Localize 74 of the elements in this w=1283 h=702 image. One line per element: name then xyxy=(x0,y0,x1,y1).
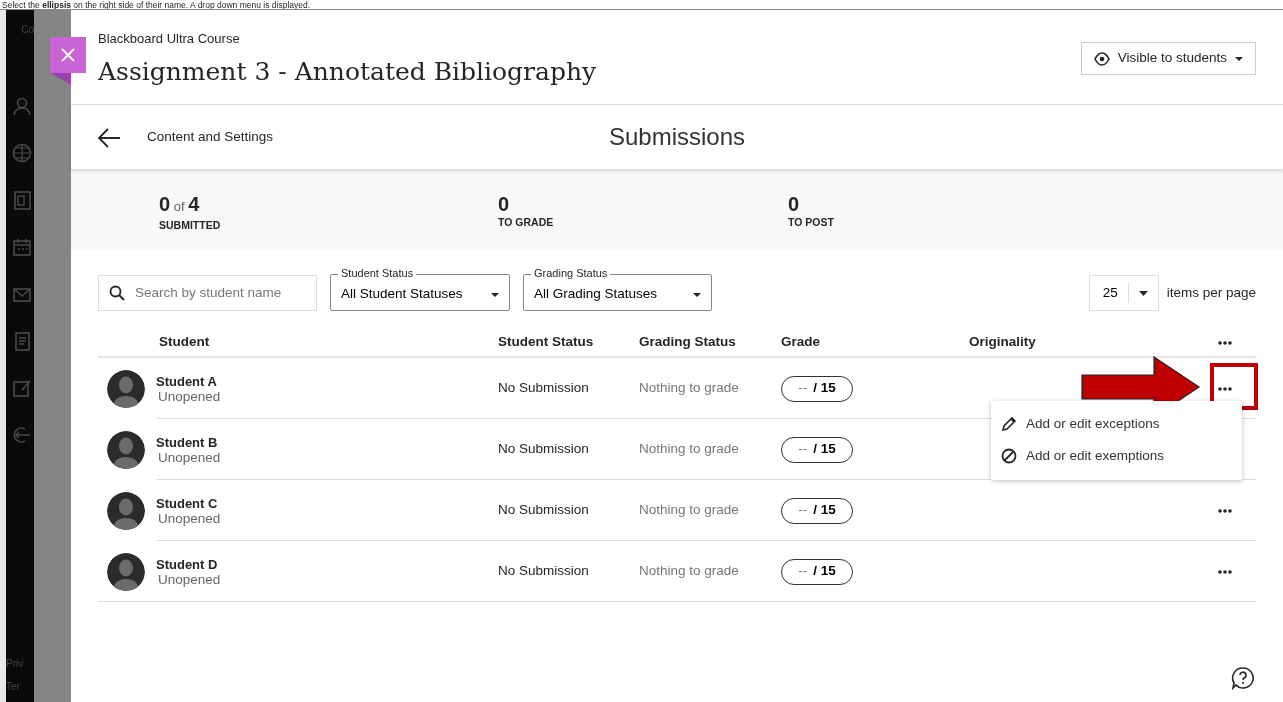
student-status: No Submission xyxy=(498,502,589,518)
calendar-icon xyxy=(12,237,32,257)
access-status: Unopened xyxy=(157,388,221,404)
student-name[interactable]: Student D xyxy=(156,556,221,572)
assignment-title: Assignment 3 - Annotated Bibliography xyxy=(98,55,597,88)
column-header: Grading Status xyxy=(639,334,736,350)
student-status: No Submission xyxy=(498,563,589,579)
column-header: Grade xyxy=(781,334,821,350)
avatar xyxy=(107,491,145,530)
access-status: Unopened xyxy=(157,510,221,526)
ellipsis-icon xyxy=(1218,386,1232,391)
column-header: Student xyxy=(159,334,210,350)
menu-item[interactable]: Add or edit exemptions xyxy=(991,440,1242,473)
grade-button[interactable]: -- / 15 xyxy=(781,375,853,402)
page-title: Submissions xyxy=(608,123,746,150)
close-button[interactable] xyxy=(50,37,86,73)
column-header: Student Status xyxy=(498,334,594,350)
avatar xyxy=(107,552,145,591)
stat-value: 0 of 4 xyxy=(159,193,201,217)
book-icon xyxy=(12,190,32,210)
stat-label: TO GRADE xyxy=(498,215,555,230)
stat-label: SUBMITTED xyxy=(159,218,222,233)
caret-icon xyxy=(1138,290,1148,296)
student-name[interactable]: Student A xyxy=(156,373,221,389)
column-header: Originality xyxy=(969,334,1036,350)
avatar xyxy=(107,430,145,469)
access-status: Unopened xyxy=(157,571,221,587)
ribbon-fold xyxy=(50,73,71,85)
grading-status: Nothing to grade xyxy=(639,441,739,457)
ellipsis-icon xyxy=(1218,569,1232,574)
course-name: Blackboard Ultra Course xyxy=(98,30,241,48)
student-status: No Submission xyxy=(498,441,589,457)
back-arrow-icon xyxy=(97,126,121,149)
grading-status: Nothing to grade xyxy=(639,502,739,518)
stat-label: TO POST xyxy=(788,215,835,230)
help-icon xyxy=(1231,666,1255,690)
pencil-icon xyxy=(1001,416,1017,433)
caret-icon xyxy=(693,292,701,297)
access-status: Unopened xyxy=(157,449,221,465)
caret-icon xyxy=(491,292,499,297)
student-status: No Submission xyxy=(498,380,589,396)
search-icon xyxy=(109,285,125,301)
close-icon xyxy=(60,47,76,63)
avatar xyxy=(107,369,145,408)
ellipsis-icon xyxy=(1218,508,1232,513)
page-size-dropdown[interactable]: 25 xyxy=(1088,275,1159,311)
student-name[interactable]: Student B xyxy=(156,434,221,450)
page-size-label: items per page xyxy=(1166,283,1256,302)
background-text: Priv xyxy=(6,657,25,671)
prohibited-icon xyxy=(1001,448,1017,465)
globe-icon xyxy=(12,143,32,163)
grade-button[interactable]: -- / 15 xyxy=(781,558,853,585)
back-link[interactable]: Content and Settings xyxy=(147,126,274,148)
dropdown-label: Grading Status xyxy=(531,266,611,280)
help-button[interactable] xyxy=(1231,665,1255,690)
ellipsis-icon xyxy=(1218,340,1232,345)
visibility-dropdown[interactable]: Visible to students xyxy=(1080,42,1256,75)
edit-icon xyxy=(12,378,32,398)
search-box[interactable]: Search by student name xyxy=(98,275,317,311)
grade-button[interactable]: -- / 15 xyxy=(781,497,853,524)
dropdown-label: Student Status xyxy=(338,266,417,280)
logout-icon xyxy=(12,425,32,445)
grade-button[interactable]: -- / 15 xyxy=(781,436,853,463)
instruction-text: Select the ellipsis on the right side of their name. A drop down menu is displayed. xyxy=(0,0,1283,10)
caret-icon xyxy=(1235,56,1243,61)
grading-status: Nothing to grade xyxy=(639,380,739,396)
menu-item[interactable]: Add or edit exceptions xyxy=(991,408,1242,441)
stat-value: 0 xyxy=(498,193,511,215)
document-icon xyxy=(12,331,32,351)
student-name[interactable]: Student C xyxy=(156,495,221,511)
person-icon xyxy=(12,96,32,116)
stat-value: 0 xyxy=(788,193,801,215)
grading-status: Nothing to grade xyxy=(639,563,739,579)
eye-icon xyxy=(1093,51,1110,66)
